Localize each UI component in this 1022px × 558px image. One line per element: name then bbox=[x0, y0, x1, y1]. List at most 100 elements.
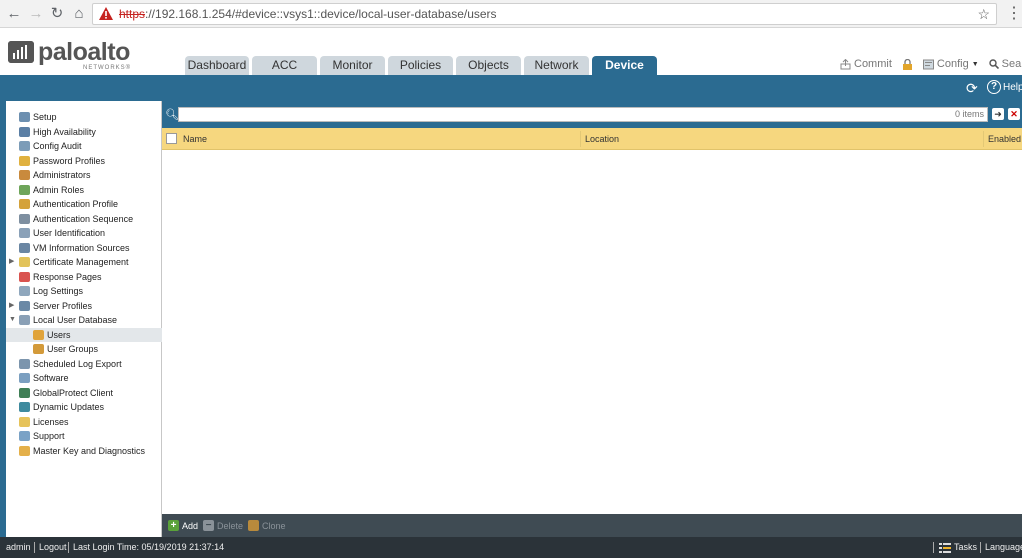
chevron-down-icon: ▼ bbox=[971, 60, 979, 68]
clone-button[interactable]: Clone bbox=[248, 520, 286, 531]
sidebar-item-label: Authentication Sequence bbox=[33, 213, 134, 224]
commit-button[interactable]: Commit bbox=[840, 58, 892, 70]
device-sidebar: Setup High Availability Config Audit Passwo… bbox=[6, 101, 162, 537]
ha-icon bbox=[19, 126, 30, 137]
sidebar-item-software[interactable]: Software bbox=[6, 371, 162, 385]
sidebar-item-users[interactable]: Users bbox=[6, 327, 162, 342]
sidebar-item-label: GlobalProtect Client bbox=[33, 387, 114, 398]
sidebar-item-authentication-sequence[interactable]: Authentication Sequence bbox=[6, 212, 162, 226]
tasks-button[interactable]: Tasks bbox=[939, 537, 977, 558]
address-bar[interactable]: https://192.168.1.254/#device::vsys1::de… bbox=[92, 3, 997, 25]
filter-input[interactable]: 0 items bbox=[178, 107, 988, 122]
sidebar-item-server-profiles[interactable]: ▶ Server Profiles bbox=[6, 299, 162, 313]
sidebar-item-log-settings[interactable]: Log Settings bbox=[6, 284, 162, 298]
sidebar-item-config-audit[interactable]: Config Audit bbox=[6, 139, 162, 153]
expand-arrow-icon[interactable]: ▶ bbox=[9, 255, 14, 269]
column-header-name[interactable]: Name bbox=[183, 128, 207, 150]
sidebar-item-admin-roles[interactable]: Admin Roles bbox=[6, 183, 162, 197]
home-icon[interactable]: ⌂ bbox=[69, 4, 89, 24]
sidebar-item-response-pages[interactable]: Response Pages bbox=[6, 270, 162, 284]
sidebar-item-authentication-profile[interactable]: Authentication Profile bbox=[6, 197, 162, 211]
sidebar-item-vm-information-sources[interactable]: VM Information Sources bbox=[6, 241, 162, 255]
lock-button[interactable] bbox=[902, 58, 913, 70]
action-bar: + Add − Delete Clone bbox=[162, 514, 1022, 537]
lock-icon bbox=[902, 58, 912, 70]
apply-filter-icon[interactable]: ➜ bbox=[992, 108, 1004, 120]
tab-acc[interactable]: ACC bbox=[252, 56, 317, 75]
sidebar-item-support[interactable]: Support bbox=[6, 429, 162, 443]
tab-dashboard[interactable]: Dashboard bbox=[185, 56, 249, 75]
back-icon[interactable]: ← bbox=[4, 4, 24, 24]
clone-icon bbox=[248, 520, 259, 531]
sidebar-item-certificate-management[interactable]: ▶ Certificate Management bbox=[6, 255, 162, 269]
tab-network[interactable]: Network bbox=[524, 56, 589, 75]
tasks-label: Tasks bbox=[954, 542, 978, 552]
filter-search-icon: 🔍︎ bbox=[165, 109, 179, 121]
clone-label: Clone bbox=[262, 520, 286, 531]
column-divider[interactable] bbox=[983, 131, 984, 147]
tab-objects[interactable]: Objects bbox=[456, 56, 521, 75]
sidebar-item-label: Admin Roles bbox=[33, 184, 85, 195]
sidebar-item-setup[interactable]: Setup bbox=[6, 110, 162, 124]
users-icon bbox=[33, 329, 44, 340]
reload-icon[interactable]: ↻ bbox=[47, 4, 67, 24]
expand-arrow-icon[interactable]: ▶ bbox=[9, 299, 14, 313]
log-icon bbox=[19, 286, 30, 296]
bookmark-star-icon[interactable]: ☆ bbox=[977, 4, 990, 24]
refresh-icon[interactable]: ⟳ bbox=[966, 80, 978, 97]
language-button[interactable]: Language bbox=[985, 537, 1022, 558]
config-menu[interactable]: Config ▼ bbox=[922, 58, 979, 70]
logout-link[interactable]: Logout bbox=[39, 537, 67, 558]
cert-icon bbox=[19, 257, 30, 267]
sidebar-item-administrators[interactable]: Administrators bbox=[6, 168, 162, 182]
auth-sequence-icon bbox=[19, 213, 30, 224]
sidebar-item-label: Response Pages bbox=[33, 271, 102, 282]
sidebar-item-user-groups[interactable]: User Groups bbox=[6, 342, 162, 356]
search-button[interactable]: Search bbox=[988, 58, 1022, 70]
sidebar-item-label: Scheduled Log Export bbox=[33, 358, 122, 369]
status-divider bbox=[933, 542, 934, 553]
tab-monitor[interactable]: Monitor bbox=[320, 56, 385, 75]
tab-device[interactable]: Device bbox=[592, 56, 657, 75]
collapse-arrow-icon[interactable]: ▼ bbox=[9, 313, 16, 327]
add-button[interactable]: + Add bbox=[168, 520, 198, 531]
sidebar-item-label: Support bbox=[33, 431, 65, 441]
select-all-checkbox[interactable] bbox=[166, 133, 177, 144]
column-header-location[interactable]: Location bbox=[585, 128, 619, 150]
search-icon bbox=[988, 59, 999, 69]
sidebar-item-scheduled-log-export[interactable]: Scheduled Log Export bbox=[6, 357, 162, 371]
not-secure-warning-icon[interactable] bbox=[99, 7, 113, 20]
users-panel: 🔍︎ 0 items ➜ ✕ Name Location Enabled + A… bbox=[162, 101, 1022, 537]
sidebar-item-user-identification[interactable]: User Identification bbox=[6, 226, 162, 240]
help-button[interactable]: ? Help bbox=[987, 80, 1022, 94]
tab-policies[interactable]: Policies bbox=[388, 56, 453, 75]
table-body bbox=[162, 150, 1022, 514]
status-divider bbox=[34, 542, 35, 553]
sidebar-item-label: Certificate Management bbox=[33, 257, 129, 267]
sidebar-item-globalprotect-client[interactable]: GlobalProtect Client bbox=[6, 386, 162, 400]
auth-profile-icon bbox=[19, 199, 30, 209]
delete-label: Delete bbox=[217, 520, 244, 531]
column-divider[interactable] bbox=[580, 131, 581, 147]
sidebar-item-label: Dynamic Updates bbox=[33, 402, 105, 412]
sidebar-item-dynamic-updates[interactable]: Dynamic Updates bbox=[6, 400, 162, 414]
browser-menu-icon[interactable]: ⋮ bbox=[1006, 4, 1022, 24]
delete-button[interactable]: − Delete bbox=[203, 520, 243, 531]
local-db-icon bbox=[19, 315, 30, 325]
sidebar-item-high-availability[interactable]: High Availability bbox=[6, 125, 162, 139]
globalprotect-icon bbox=[19, 387, 30, 398]
sidebar-item-password-profiles[interactable]: Password Profiles bbox=[6, 154, 162, 168]
clear-filter-icon[interactable]: ✕ bbox=[1008, 108, 1020, 120]
forward-icon[interactable]: → bbox=[26, 4, 46, 24]
column-header-enabled[interactable]: Enabled bbox=[988, 128, 1021, 150]
status-bar: admin Logout Last Login Time: 05/19/2019… bbox=[0, 537, 1022, 558]
header-actions: Commit Config ▼ Search bbox=[840, 58, 1022, 70]
admin-icon bbox=[19, 170, 30, 180]
sidebar-item-local-user-database[interactable]: ▼ Local User Database bbox=[6, 313, 162, 327]
status-divider bbox=[980, 542, 981, 553]
roles-icon bbox=[19, 184, 30, 195]
sidebar-item-label: User Identification bbox=[33, 228, 106, 238]
vm-icon bbox=[19, 242, 30, 253]
sidebar-item-master-key-and-diagnostics[interactable]: Master Key and Diagnostics bbox=[6, 444, 162, 458]
sidebar-item-licenses[interactable]: Licenses bbox=[6, 415, 162, 429]
